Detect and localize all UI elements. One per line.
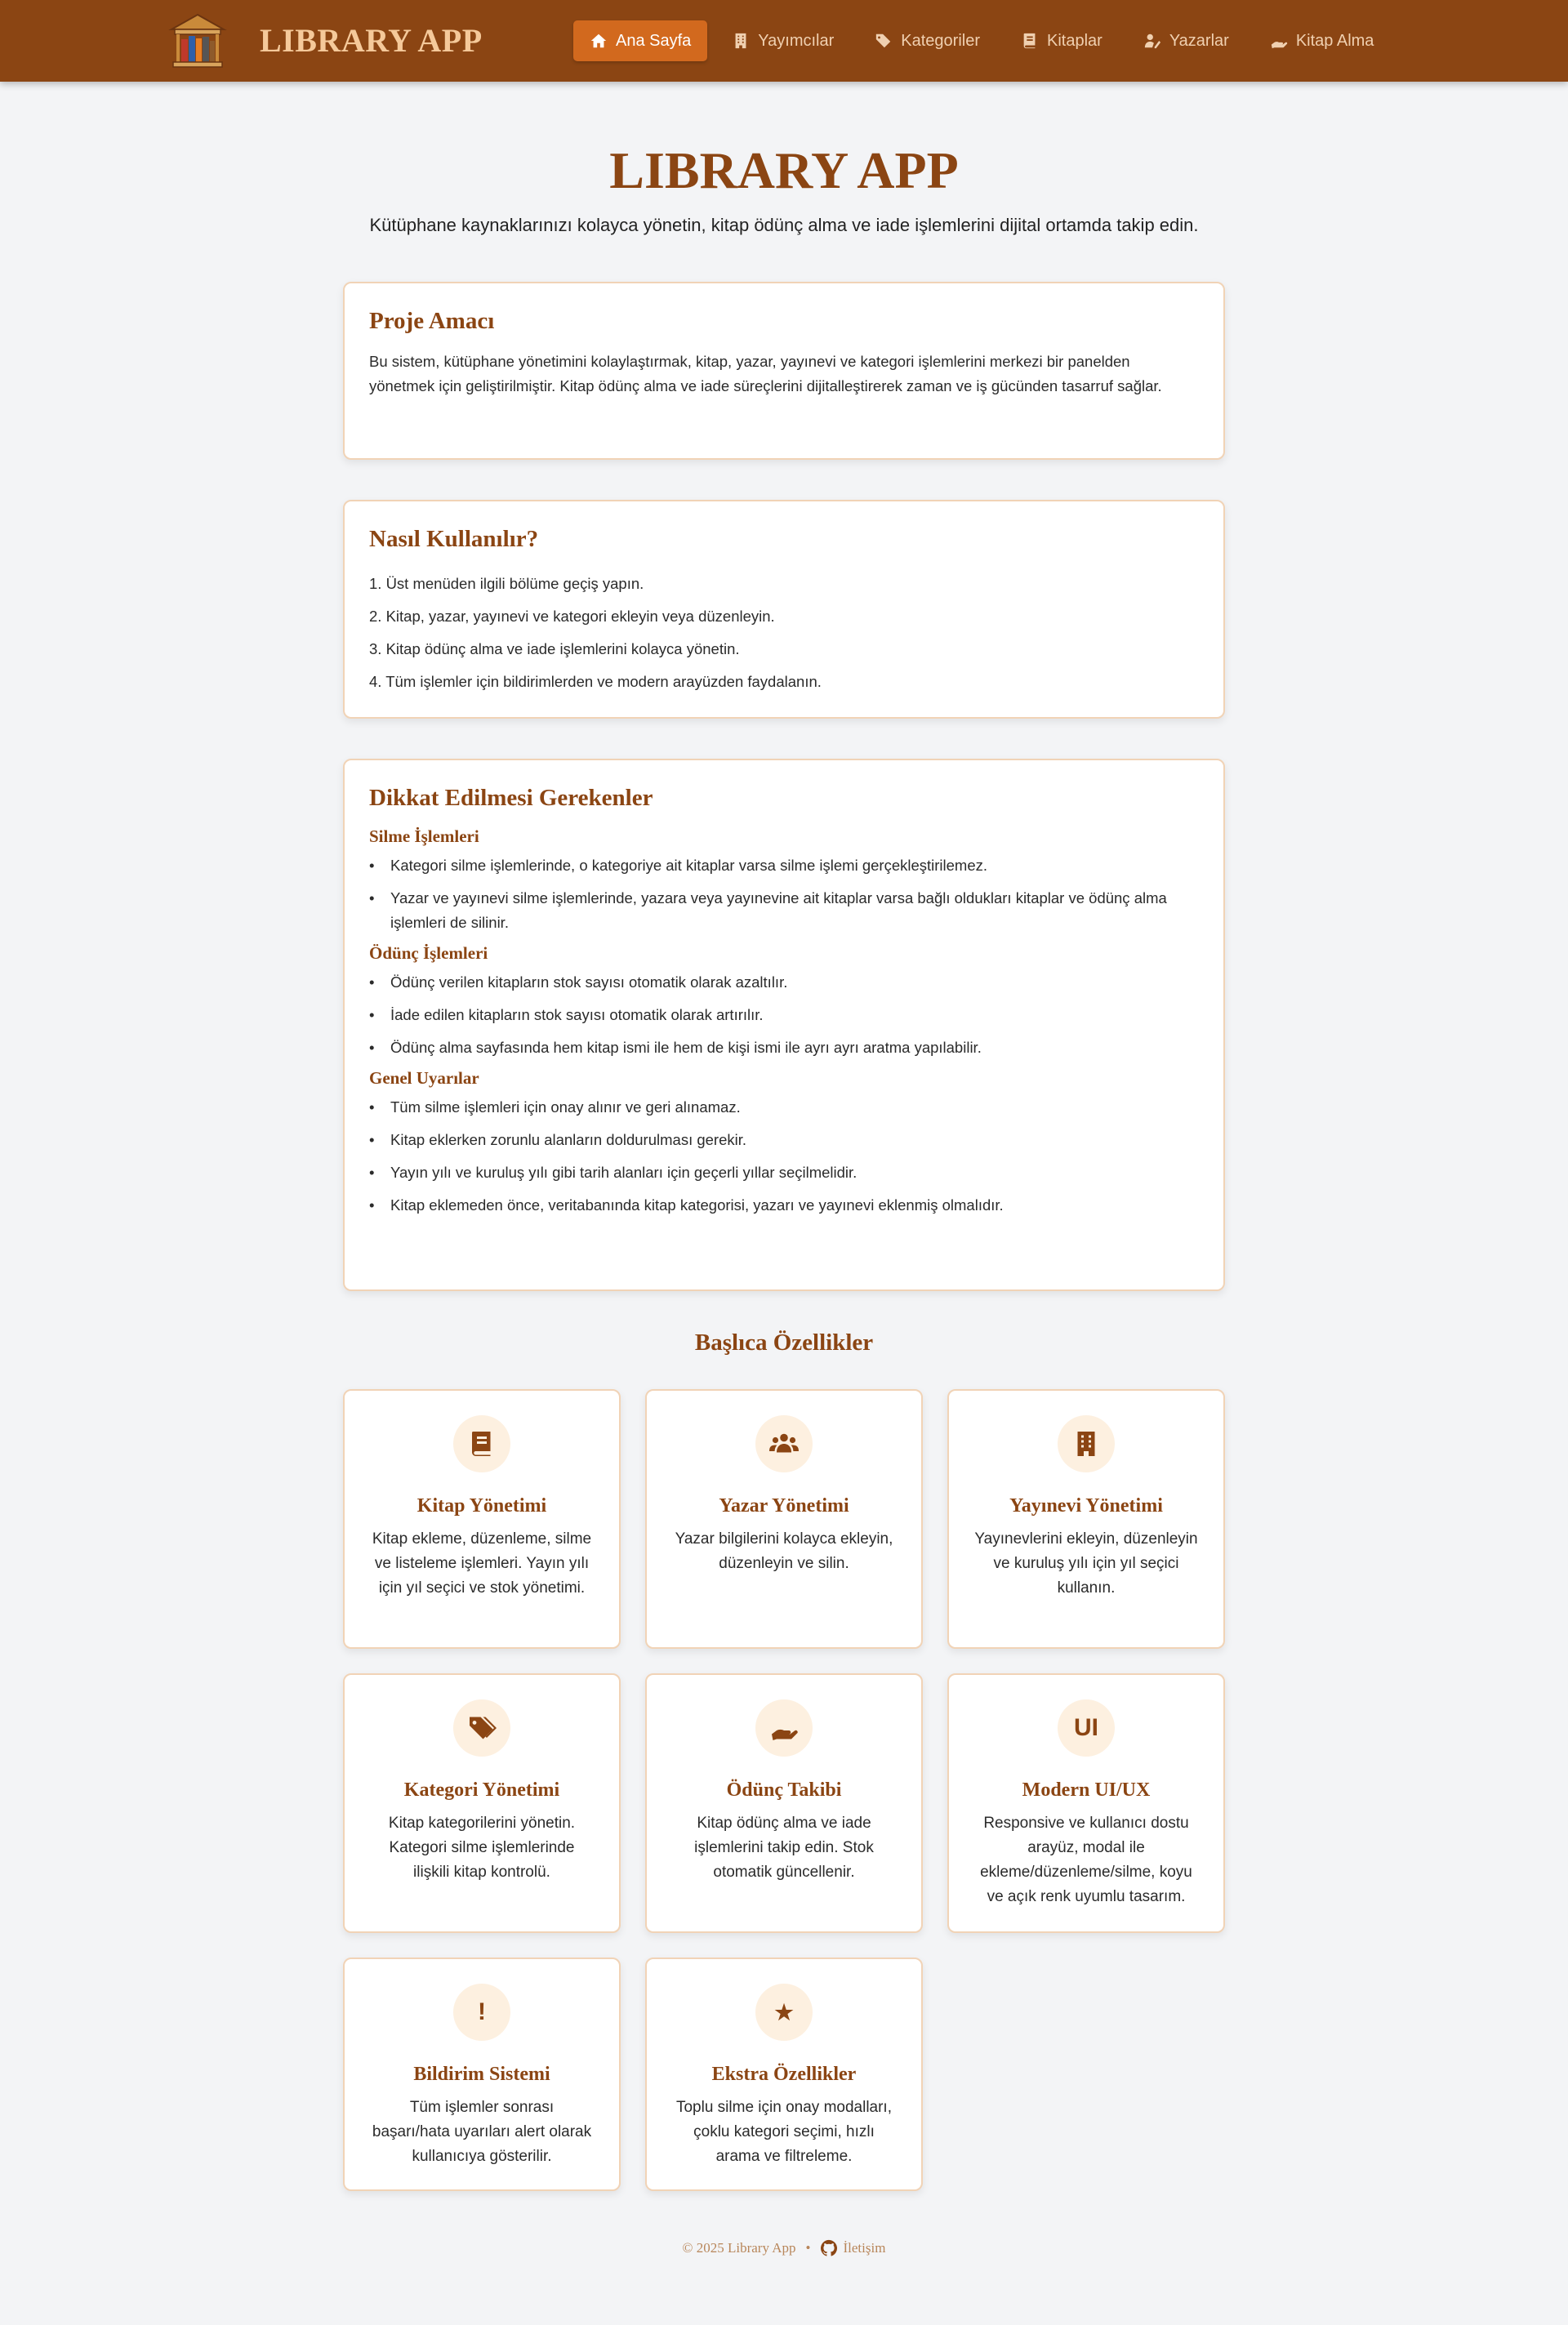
nav-item-authors[interactable]: Yazarlar <box>1127 20 1245 61</box>
exclamation-icon: ! <box>478 1998 486 2025</box>
feature-text: Responsive ve kullanıcı dostu arayüz, mo… <box>980 1815 1192 1905</box>
user-pen-icon <box>1144 33 1160 49</box>
feature-icon-wrap <box>453 1699 510 1757</box>
feature-card-publishers: Yayınevi Yönetimi Yayınevlerini ekleyin,… <box>947 1389 1225 1649</box>
features-title: Başlıca Özellikler <box>694 1330 874 1356</box>
delete-section-title: Silme İşlemleri <box>369 826 479 846</box>
feature-text: Tüm işlemler sonrası başarı/hata uyarıla… <box>372 2099 592 2165</box>
list-item: Ödünç alma sayfasında hem kitap ismi ile… <box>369 1036 1199 1060</box>
nav-item-label: Yayımcılar <box>758 31 835 50</box>
feature-card-loans: Ödünç Takibi Kitap ödünç alma ve iade iş… <box>645 1673 923 1933</box>
footer-contact-link[interactable]: İletişim <box>843 2240 885 2256</box>
feature-card-books: Kitap Yönetimi Kitap ekleme, düzenleme, … <box>343 1389 621 1649</box>
feature-title: Modern UI/UX <box>1022 1779 1151 1801</box>
library-logo-icon <box>168 13 227 68</box>
feature-text: Kitap ekleme, düzenleme, silme ve listel… <box>372 1530 592 1597</box>
card-title: Nasıl Kullanılır? <box>369 526 539 552</box>
purpose-text: Bu sistem, kütüphane yönetimini kolaylaş… <box>369 353 1162 394</box>
nav-item-books[interactable]: Kitaplar <box>1004 20 1119 61</box>
nav-item-label: Yazarlar <box>1169 31 1229 50</box>
howto-steps: 1. Üst menüden ilgili bölüme geçiş yapın… <box>369 568 1199 698</box>
feature-title: Kitap Yönetimi <box>416 1495 547 1517</box>
feature-title: Kategori Yönetimi <box>403 1779 560 1801</box>
general-section-title: Genel Uyarılar <box>369 1068 479 1088</box>
howto-card: Nasıl Kullanılır? 1. Üst menüden ilgili … <box>343 500 1225 719</box>
list-item: Tüm silme işlemleri için onay alınır ve … <box>369 1095 1199 1120</box>
nav-item-label: Kitaplar <box>1047 31 1102 50</box>
delete-list: Kategori silme işlemlerinde, o kategoriy… <box>369 853 1199 935</box>
building-icon <box>1077 1432 1095 1456</box>
feature-icon-wrap <box>453 1415 510 1472</box>
nav-item-label: Kategoriler <box>901 31 980 50</box>
feature-icon-wrap <box>755 1699 813 1757</box>
footer-separator: • <box>805 2240 811 2256</box>
feature-text: Yayınevlerini ekleyin, düzenleyin ve kur… <box>974 1530 1198 1597</box>
brand-title: LIBRARY APP <box>260 21 483 59</box>
book-icon <box>1023 33 1036 49</box>
github-icon[interactable] <box>820 2239 838 2257</box>
list-item: Yayın yılı ve kuruluş yılı gibi tarih al… <box>369 1160 1199 1185</box>
nav-item-categories[interactable]: Kategoriler <box>858 20 996 61</box>
nav-item-publishers[interactable]: Yayımcılar <box>715 20 850 61</box>
feature-text: Kitap kategorilerini yönetin. Kategori s… <box>388 1815 576 1881</box>
general-list: Tüm silme işlemleri için onay alınır ve … <box>369 1095 1199 1218</box>
feature-card-notifications: ! Bildirim Sistemi Tüm işlemler sonrası … <box>343 1958 621 2191</box>
howto-step: 3. Kitap ödünç alma ve iade işlemlerini … <box>369 640 740 657</box>
feature-card-authors: Yazar Yönetimi Yazar bilgilerini kolayca… <box>645 1389 923 1649</box>
feature-text: Toplu silme için onay modalları, çoklu k… <box>675 2099 892 2165</box>
tags-icon <box>876 33 891 48</box>
feature-title: Ödünç Takibi <box>726 1779 842 1801</box>
howto-step: 1. Üst menüden ilgili bölüme geçiş yapın… <box>369 575 644 592</box>
nav-item-label: Ana Sayfa <box>616 31 692 50</box>
nav-item-home[interactable]: Ana Sayfa <box>573 20 708 61</box>
howto-step: 2. Kitap, yazar, yayınevi ve kategori ek… <box>369 608 775 625</box>
ui-icon: UI <box>1074 1714 1098 1741</box>
feature-icon-wrap <box>755 1415 813 1472</box>
feature-icon-wrap: ★ <box>755 1984 813 2041</box>
home-icon <box>590 33 607 48</box>
feature-card-ui: UI Modern UI/UX Responsive ve kullanıcı … <box>947 1673 1225 1933</box>
feature-icon-wrap <box>1058 1415 1115 1472</box>
loan-section-title: Ödünç İşlemleri <box>369 943 488 963</box>
feature-title: Ekstra Özellikler <box>711 2064 857 2085</box>
main-nav: Ana Sayfa Yayımcılar Kategoriler Kitapla… <box>573 20 1398 61</box>
brand[interactable]: LIBRARY APP <box>168 11 483 69</box>
star-icon: ★ <box>774 1999 794 2024</box>
page-title: LIBRARY APP <box>609 141 959 199</box>
card-title: Proje Amacı <box>369 308 495 334</box>
feature-icon-wrap: UI <box>1058 1699 1115 1757</box>
list-item: Kitap eklemeden önce, veritabanında kita… <box>369 1193 1199 1218</box>
book-icon <box>472 1432 491 1456</box>
footer-copyright: © 2025 Library App <box>682 2240 796 2256</box>
card-title: Dikkat Edilmesi Gerekenler <box>369 785 653 811</box>
footer: © 2025 Library App • İletişim <box>0 2239 1568 2257</box>
feature-title: Yayınevi Yönetimi <box>1009 1495 1163 1517</box>
list-item: İade edilen kitapların stok sayısı otoma… <box>369 1003 1199 1027</box>
purpose-card: Proje Amacı Bu sistem, kütüphane yönetim… <box>343 282 1225 460</box>
list-item: Kategori silme işlemlerinde, o kategoriy… <box>369 853 1199 878</box>
nav-item-loans[interactable]: Kitap Alma <box>1254 20 1391 61</box>
feature-card-categories: Kategori Yönetimi Kitap kategorilerini y… <box>343 1673 621 1933</box>
navbar: LIBRARY APP Ana Sayfa Yayımcılar Kategor… <box>0 0 1568 82</box>
loan-list: Ödünç verilen kitapların stok sayısı oto… <box>369 970 1199 1060</box>
howto-step: 4. Tüm işlemler için bildirimlerden ve m… <box>369 673 822 690</box>
users-icon <box>769 1433 799 1453</box>
building-icon <box>735 33 746 49</box>
list-item: Kitap eklerken zorunlu alanların dolduru… <box>369 1128 1199 1152</box>
feature-icon-wrap: ! <box>453 1984 510 2041</box>
feature-card-extra: ★ Ekstra Özellikler Toplu silme için ona… <box>645 1958 923 2191</box>
page-subtitle: Kütüphane kaynaklarınızı kolayca yönetin… <box>369 215 1199 235</box>
tags-icon <box>470 1717 497 1739</box>
nav-item-label: Kitap Alma <box>1295 31 1374 50</box>
feature-title: Yazar Yönetimi <box>719 1495 849 1517</box>
notes-card: Dikkat Edilmesi Gerekenler Silme İşlemle… <box>343 759 1225 1291</box>
feature-text: Yazar bilgilerini kolayca ekleyin, düzen… <box>675 1530 893 1572</box>
hand-holding-icon <box>772 1729 798 1740</box>
hand-holding-icon <box>1271 42 1288 49</box>
feature-text: Kitap ödünç alma ve iade işlemlerini tak… <box>694 1815 874 1881</box>
feature-title: Bildirim Sistemi <box>413 2064 550 2085</box>
list-item: Yazar ve yayınevi silme işlemlerinde, ya… <box>369 886 1199 935</box>
list-item: Ödünç verilen kitapların stok sayısı oto… <box>369 970 1199 995</box>
